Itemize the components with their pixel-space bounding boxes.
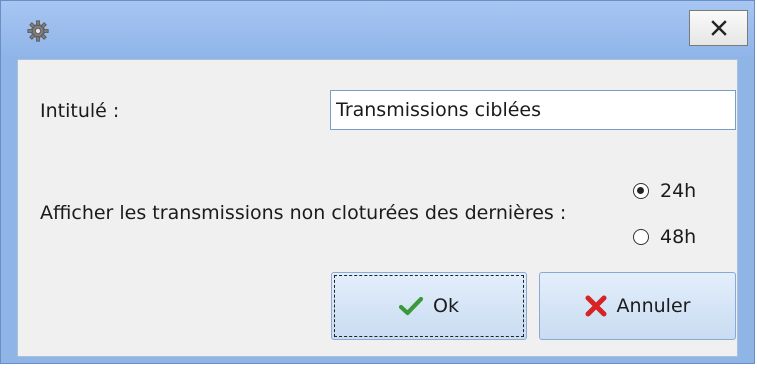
close-icon xyxy=(710,20,727,36)
ok-button-label: Ok xyxy=(433,295,459,317)
ok-button[interactable]: Ok xyxy=(331,272,527,340)
gear-icon xyxy=(27,20,49,42)
intitule-input[interactable] xyxy=(330,90,736,130)
radio-24h-label: 24h xyxy=(660,180,697,202)
radio-48h-circle[interactable] xyxy=(633,229,649,245)
radio-48h[interactable]: 48h xyxy=(633,226,696,248)
intitule-label: Intitulé : xyxy=(40,100,120,122)
radio-24h[interactable]: 24h xyxy=(633,180,696,202)
cancel-button[interactable]: Annuler xyxy=(539,272,736,340)
display-period-label: Afficher les transmissions non cloturées… xyxy=(40,202,567,224)
cancel-button-label: Annuler xyxy=(616,295,691,317)
title-bar[interactable] xyxy=(1,1,754,59)
dialog-window: Intitulé : Afficher les transmissions no… xyxy=(0,0,755,364)
checkmark-icon xyxy=(399,296,424,316)
close-button[interactable] xyxy=(689,10,748,46)
cross-icon xyxy=(585,295,607,317)
dialog-body: Intitulé : Afficher les transmissions no… xyxy=(17,59,738,357)
radio-24h-circle[interactable] xyxy=(633,183,649,199)
radio-48h-label: 48h xyxy=(660,226,697,248)
